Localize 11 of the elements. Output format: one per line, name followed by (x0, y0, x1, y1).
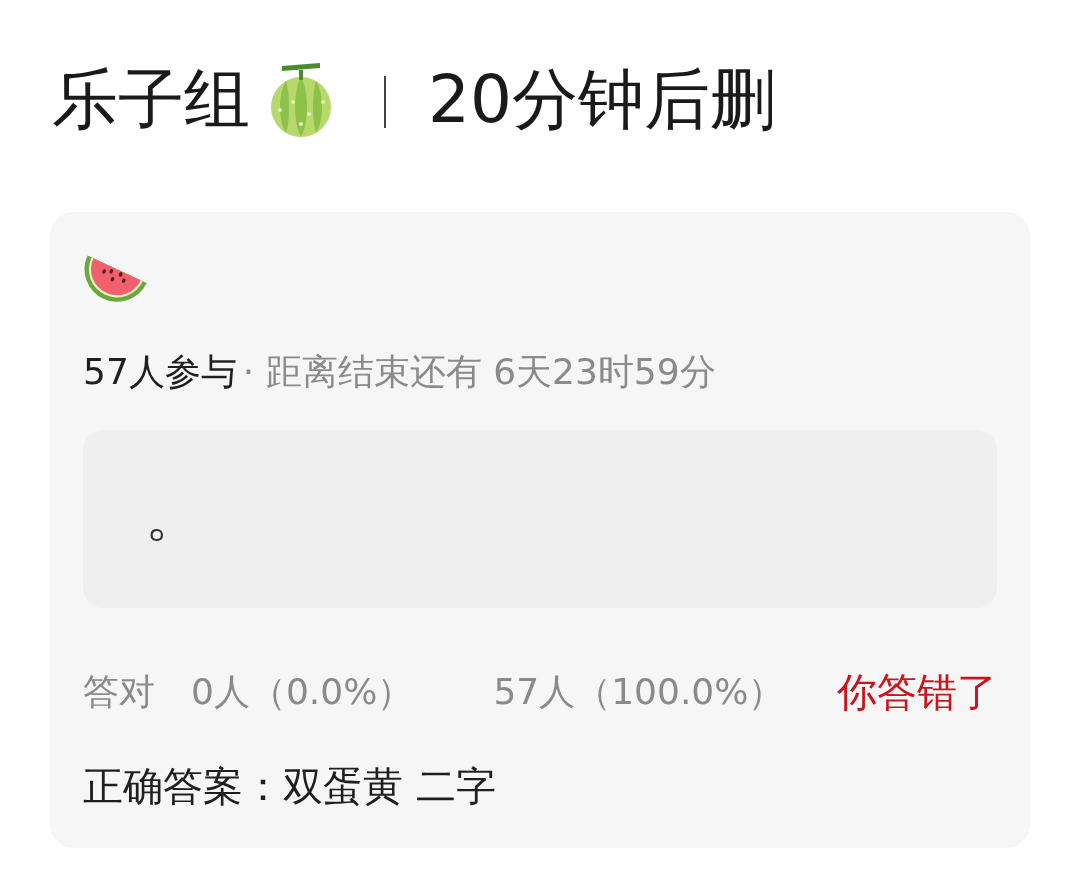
group-title: 乐子组 (52, 60, 250, 140)
question-text: 。 (145, 488, 201, 544)
answer-verdict: 你答错了 (837, 668, 997, 716)
time-remaining: · 距离结束还有 6天23时59分 (242, 350, 716, 394)
watermelon-slice-icon (83, 254, 149, 304)
correct-answer: 正确答案：双蛋黄 二字 (83, 763, 496, 809)
post-note: 20分钟后删 (428, 60, 776, 140)
result-label: 答对 (83, 670, 155, 714)
participant-count: 57人参与 (83, 350, 237, 394)
result-count: 57人（100.0%） (493, 670, 785, 714)
result-count: 0人（0.0%） (191, 670, 414, 714)
